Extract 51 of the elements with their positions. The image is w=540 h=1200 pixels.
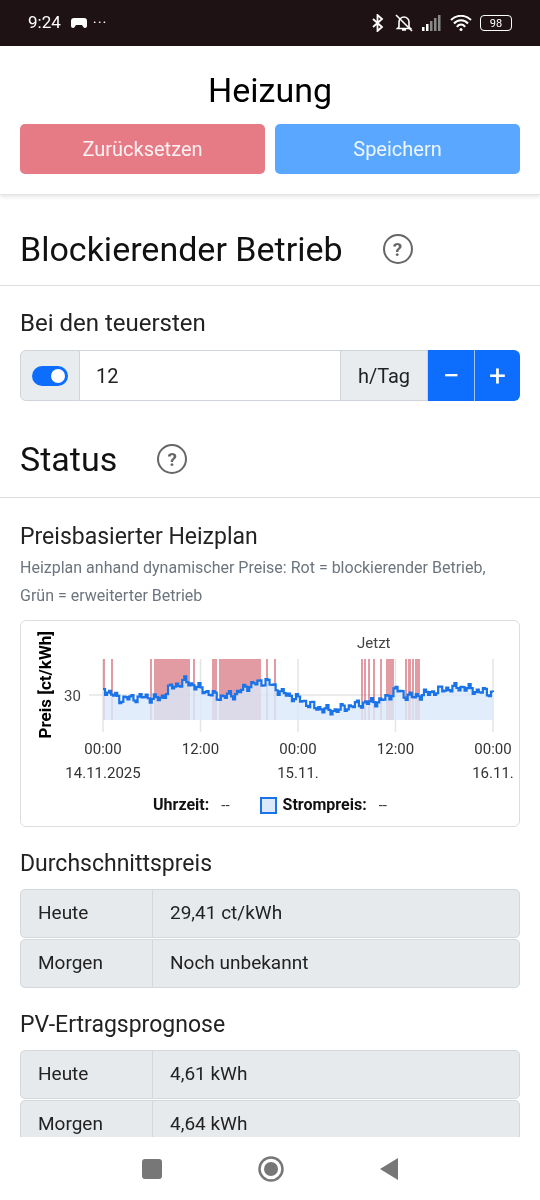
bluetooth-icon <box>372 14 384 32</box>
game-controller-icon <box>70 16 87 30</box>
table-cell-text: 4,64 kWh <box>169 1111 249 1137</box>
help-icon[interactable]: ? <box>157 444 188 474</box>
axis-tick-label: 12:00 <box>181 739 220 760</box>
axis-tick-label: 00:00 <box>279 739 317 760</box>
axis-tick-label: 12:00 <box>376 739 415 760</box>
hours-input-field[interactable]: 12 <box>80 350 340 401</box>
page-title: Heizung <box>207 69 333 112</box>
table-cell: Heute <box>21 890 153 937</box>
now-marker-label: Jetzt <box>357 633 391 654</box>
clock: 9:24 <box>28 11 61 35</box>
axis-date-label: 15.11. <box>277 763 319 784</box>
legend-value: -- <box>221 794 230 816</box>
home-icon[interactable] <box>258 1155 284 1182</box>
legend-value: -- <box>378 794 387 816</box>
unit-addon: h/Tag <box>340 350 428 401</box>
table-cell-text: Noch unbekannt <box>169 950 310 977</box>
axis-tick-label: 00:00 <box>84 739 122 760</box>
wifi-icon <box>450 15 472 31</box>
legend-label: Uhrzeit: <box>153 794 210 816</box>
table-cell-text: 29,41 ct/kWh <box>169 900 284 927</box>
battery-indicator: 98 <box>480 15 512 31</box>
back-icon[interactable] <box>380 1157 398 1180</box>
help-icon[interactable]: ? <box>382 234 413 264</box>
description-text: Heizplan anhand dynamischer Preise: Rot = blockierender Betrieb, Grün = erweiterter Betrieb <box>20 557 487 607</box>
legend-swatch <box>259 796 277 814</box>
save-button[interactable]: Speichern <box>275 124 520 174</box>
recent-apps-icon[interactable] <box>142 1158 162 1179</box>
increment-button[interactable]: + <box>474 350 520 401</box>
axis-tick-label: 30 <box>64 686 81 707</box>
subsection-title: Durchschnittspreis <box>20 849 213 879</box>
table-cell: Morgen <box>21 940 153 987</box>
section-title: Blockierender Betrieb <box>20 228 343 271</box>
axis-date-label: 16.11. <box>472 763 514 784</box>
field-label: Bei den teuersten <box>20 308 207 338</box>
reset-button[interactable]: Zurücksetzen <box>20 124 265 174</box>
table-cell-text: 4,61 kWh <box>169 1061 249 1088</box>
axis-date-label: 14.11.2025 <box>65 763 141 784</box>
signal-icon <box>422 15 442 31</box>
legend-label: Strompreis: <box>282 794 367 816</box>
subsection-title: Preisbasierter Heizplan <box>20 522 259 552</box>
axis-title: Preis [ct/kWh] <box>35 631 55 739</box>
toggle-switch[interactable] <box>32 365 68 386</box>
subsection-title: PV-Ertragsprognose <box>20 1010 227 1040</box>
more-notifications: ··· <box>92 12 108 34</box>
section-title: Status <box>20 438 118 481</box>
axis-tick-label: 00:00 <box>474 739 512 760</box>
muted-bell-icon <box>394 14 414 32</box>
table-cell: Heute <box>21 1051 153 1098</box>
decrement-button[interactable]: − <box>428 350 474 401</box>
